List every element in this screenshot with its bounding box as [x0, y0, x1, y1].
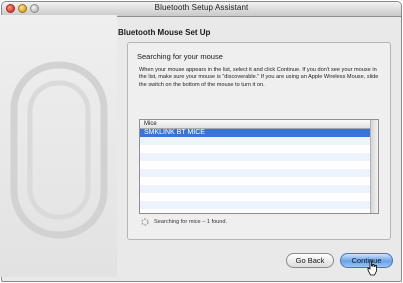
- list-item-empty: [140, 201, 370, 209]
- list-item-empty: [140, 161, 370, 169]
- list-item-empty: [140, 169, 370, 177]
- mice-list[interactable]: Mice SMKLINK BT MICE: [139, 119, 379, 214]
- list-item-selected[interactable]: SMKLINK BT MICE: [140, 129, 370, 137]
- list-item-empty: [140, 153, 370, 161]
- list-item-empty: [140, 193, 370, 201]
- list-scrollbar[interactable]: [370, 120, 378, 213]
- list-item-empty: [140, 185, 370, 193]
- search-status: Searching for mice – 1 found.: [141, 218, 227, 226]
- go-back-button[interactable]: Go Back: [286, 253, 334, 268]
- window-title: Bluetooth Setup Assistant: [154, 3, 249, 12]
- mouse-illustration-icon: [0, 15, 117, 277]
- list-rows: SMKLINK BT MICE: [140, 129, 370, 213]
- section-title: Searching for your mouse: [137, 52, 223, 61]
- spinner-icon: [141, 218, 149, 226]
- list-column-header[interactable]: Mice: [140, 120, 370, 129]
- cursor-icon: [367, 260, 377, 276]
- list-item-empty: [140, 177, 370, 185]
- instructions-text: When your mouse appears in the list, sel…: [139, 67, 379, 88]
- page-heading: Bluetooth Mouse Set Up: [118, 28, 211, 37]
- list-item-empty: [140, 137, 370, 145]
- list-item-empty: [140, 145, 370, 153]
- status-text: Searching for mice – 1 found.: [154, 219, 228, 225]
